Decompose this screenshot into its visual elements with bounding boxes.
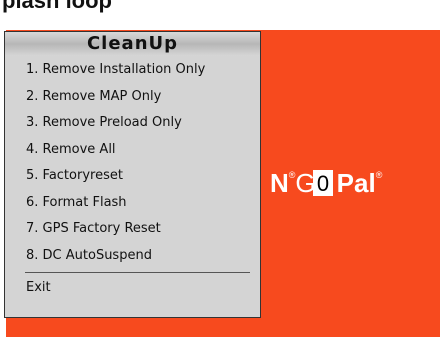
logo-part-c: Pal [336,168,376,198]
menu-item-factoryreset[interactable]: 5. Factoryreset [5,162,260,189]
exit-button[interactable]: Exit [5,273,260,303]
menu-item-gps-factory-reset[interactable]: 7. GPS Factory Reset [5,215,260,242]
logo-part-b: G [295,168,315,198]
page-title: plash loop [0,0,446,30]
logo-mark-c: ® [375,170,383,180]
logo-part-a: N [270,168,289,198]
page-title-text: plash loop [2,0,112,13]
logo-mark-a: ® [288,170,296,180]
menu-item-remove-all[interactable]: 4. Remove All [5,136,260,163]
menu-item-remove-map[interactable]: 2. Remove MAP Only [5,83,260,110]
text-cursor-icon: 0 [313,170,333,196]
menu-item-format-flash[interactable]: 6. Format Flash [5,189,260,216]
menu-title: CleanUp [5,32,260,56]
cleanup-menu: CleanUp 1. Remove Installation Only 2. R… [4,31,261,318]
menu-item-remove-preload[interactable]: 3. Remove Preload Only [5,109,260,136]
menu-item-remove-installation[interactable]: 1. Remove Installation Only [5,56,260,83]
menu-item-dc-autosuspend[interactable]: 8. DC AutoSuspend [5,242,260,269]
